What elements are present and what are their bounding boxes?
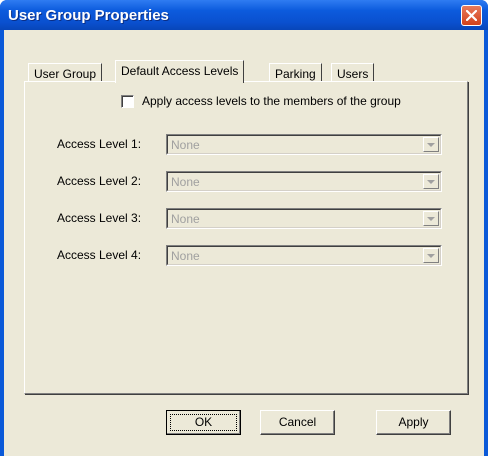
access-level-4-value: None (171, 249, 200, 263)
cancel-button-label: Cancel (278, 415, 317, 429)
dropdown-button[interactable] (423, 137, 439, 152)
chevron-down-icon (427, 254, 435, 258)
dropdown-button[interactable] (423, 211, 439, 226)
tab-users[interactable]: Users (331, 63, 375, 83)
title-bar[interactable]: User Group Properties (0, 0, 488, 30)
access-level-3-value: None (171, 212, 200, 226)
chevron-down-icon (427, 143, 435, 147)
access-level-3-label: Access Level 3: (57, 211, 142, 225)
access-level-4-label: Access Level 4: (57, 248, 142, 262)
ok-button-label: OK (194, 415, 213, 429)
ok-button[interactable]: OK (166, 410, 241, 435)
apply-access-levels-label[interactable]: Apply access levels to the members of th… (142, 94, 401, 108)
window-title: User Group Properties (8, 7, 169, 24)
dialog-window: User Group Properties User Group Default… (0, 0, 488, 456)
tab-user-group[interactable]: User Group (28, 63, 103, 83)
dialog-client: User Group Default Access Levels Parking… (4, 30, 484, 456)
apply-button-label: Apply (398, 415, 429, 429)
access-level-1-label: Access Level 1: (57, 137, 142, 151)
access-level-1-select[interactable]: None (166, 134, 442, 155)
tab-label: User Group (34, 67, 97, 81)
access-level-2-value: None (171, 175, 200, 189)
chevron-down-icon (427, 180, 435, 184)
close-button[interactable] (461, 5, 482, 26)
tab-panel-default-access-levels: Apply access levels to the members of th… (24, 81, 468, 394)
cancel-button[interactable]: Cancel (260, 410, 335, 435)
tab-parking[interactable]: Parking (269, 63, 322, 83)
access-level-2-label: Access Level 2: (57, 174, 142, 188)
tab-default-access-levels[interactable]: Default Access Levels (115, 60, 245, 83)
dropdown-button[interactable] (423, 174, 439, 189)
apply-access-levels-checkbox[interactable] (121, 95, 134, 108)
tab-label: Users (337, 67, 369, 81)
tab-label: Parking (275, 67, 316, 81)
tab-label: Default Access Levels (121, 64, 239, 78)
apply-button[interactable]: Apply (376, 410, 451, 435)
access-level-4-select[interactable]: None (166, 245, 442, 266)
close-icon (466, 10, 477, 21)
access-level-2-select[interactable]: None (166, 171, 442, 192)
access-level-3-select[interactable]: None (166, 208, 442, 229)
dropdown-button[interactable] (423, 248, 439, 263)
chevron-down-icon (427, 217, 435, 221)
access-level-1-value: None (171, 138, 200, 152)
